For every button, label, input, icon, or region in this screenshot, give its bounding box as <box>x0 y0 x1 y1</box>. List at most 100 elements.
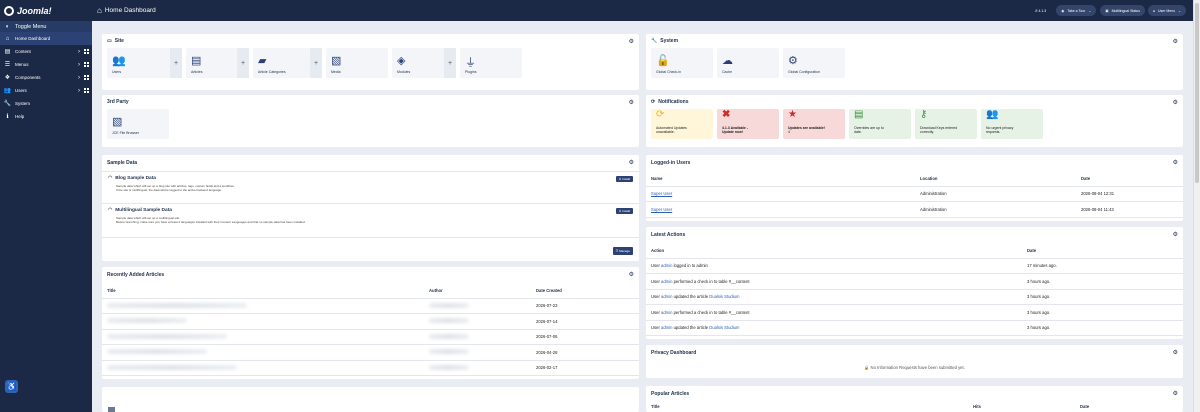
toggle-menu-button[interactable]: ◐ Toggle Menu <box>0 21 92 32</box>
user-link[interactable]: admin <box>661 263 672 268</box>
logo-text: Joomla! <box>17 5 52 16</box>
dashboard-grid-icon[interactable] <box>84 75 89 80</box>
user-link[interactable]: admin <box>661 279 672 284</box>
gear-icon[interactable]: ⚙ <box>629 38 634 45</box>
gear-icon[interactable]: ⚙ <box>1173 231 1178 238</box>
plug-icon: ⏚ <box>465 57 476 69</box>
sidebar-item-content[interactable]: ▤ Content › <box>0 45 92 58</box>
article-link[interactable]: Dualsis Studium <box>709 325 739 330</box>
tile-modules[interactable]: ◈ Modules <box>392 48 444 78</box>
gear-icon[interactable]: ⚙ <box>1173 390 1178 397</box>
dashboard-grid-icon[interactable] <box>84 88 89 93</box>
blurred-title[interactable] <box>107 333 227 339</box>
column-header[interactable]: Action <box>646 243 1022 259</box>
tile-cache[interactable]: ☁ Cache <box>717 48 779 78</box>
key-icon: ⚷ <box>920 109 928 120</box>
gear-icon[interactable]: ⚙ <box>629 99 634 106</box>
tile-media[interactable]: ▧ Media <box>326 48 388 78</box>
column-header[interactable]: Date <box>1075 402 1183 412</box>
sidebar: Joomla! ◐ Toggle Menu ⌂ Home Dashboard ▤… <box>0 0 92 412</box>
card-title: Notifications <box>658 99 689 105</box>
add-user-button[interactable]: + <box>170 48 182 78</box>
dashboard-grid-icon[interactable] <box>84 49 89 54</box>
table-row: Super User Administration 2026-08-04 12:31 <box>646 186 1183 202</box>
column-header[interactable]: Name <box>646 171 915 187</box>
accessibility-icon[interactable]: ♿ <box>5 380 18 393</box>
install-multilingual-button[interactable]: ⬇ Install <box>615 208 633 214</box>
gear-icon[interactable]: ⚙ <box>1173 349 1178 356</box>
action-text: performed a check in to table #__content <box>673 278 750 284</box>
action-text: User <box>651 294 660 300</box>
joomla-logo[interactable]: Joomla! <box>0 0 92 21</box>
notification-privacy[interactable]: 👥 No urgent privacy requests. <box>981 109 1043 139</box>
date-cell: 3 hours ago. <box>1022 320 1183 336</box>
user-link[interactable]: Super User <box>651 191 672 196</box>
column-header[interactable]: Date Created <box>531 283 639 299</box>
location-cell: Administration <box>915 186 1076 202</box>
multilingual-status-button[interactable]: ▣ Multilingual Status <box>1100 5 1145 16</box>
tile-global-configuration[interactable]: ⚙ Global Configuration <box>783 48 845 78</box>
date-cell: 17 minutes ago. <box>1022 258 1183 274</box>
notification-extension-updates[interactable]: ★ Updates are available! 4 <box>783 109 845 139</box>
manage-sample-data-button[interactable]: ☰ Manage <box>612 247 633 255</box>
notification-automated-updates[interactable]: ⟳ Automated Updates unavailable. <box>651 109 713 139</box>
gear-icon[interactable]: ⚙ <box>1173 38 1178 45</box>
tile-label: Global Configuration <box>788 70 820 74</box>
sidebar-item-menus[interactable]: ☰ Menus › <box>0 58 92 71</box>
file-icon: ▤ <box>4 49 11 55</box>
folder-icon: ▰ <box>258 55 267 67</box>
user-link[interactable]: admin <box>661 294 672 299</box>
column-header[interactable]: Date <box>1076 171 1183 187</box>
blurred-title[interactable] <box>107 302 247 308</box>
user-link[interactable]: admin <box>661 325 672 330</box>
user-link[interactable]: admin <box>661 310 672 315</box>
sidebar-item-home-dashboard[interactable]: ⌂ Home Dashboard <box>0 32 92 45</box>
dashboard-grid-icon[interactable] <box>84 62 89 67</box>
gear-icon[interactable]: ⚙ <box>1173 99 1178 106</box>
column-header[interactable]: Date <box>1022 243 1183 259</box>
column-header[interactable]: Location <box>915 171 1076 187</box>
sidebar-item-system[interactable]: 🔧 System <box>0 97 92 110</box>
sidebar-item-components[interactable]: ❖ Components › <box>0 71 92 84</box>
tile-global-checkin[interactable]: 🔓 Global Check-in <box>651 48 713 78</box>
action-text: logged in to admin <box>673 263 708 269</box>
notification-joomla-update[interactable]: ✖ 4.1.3 Available - Update now! <box>717 109 779 139</box>
tile-jce-file-browser[interactable]: ▧ JCE File Browser <box>107 109 169 139</box>
tile-article-categories[interactable]: ▰ Article Categories <box>253 48 310 78</box>
tile-label: Users <box>112 70 122 74</box>
sidebar-item-help[interactable]: ℹ Help <box>0 110 92 123</box>
install-blog-button[interactable]: ⬇ Install <box>615 176 633 182</box>
column-header[interactable]: Title <box>646 402 968 412</box>
page-scrollbar[interactable] <box>1193 0 1200 412</box>
user-link[interactable]: Super User <box>651 207 672 212</box>
tile-users[interactable]: 👥 Users <box>107 48 170 78</box>
gear-icon[interactable]: ⚙ <box>629 271 634 278</box>
blurred-title[interactable] <box>107 364 237 370</box>
gear-icon[interactable]: ⚙ <box>629 159 634 166</box>
add-module-button[interactable]: + <box>444 48 456 78</box>
wifi-icon: ◠ <box>108 208 113 213</box>
blurred-title[interactable] <box>107 349 207 355</box>
blurred-title[interactable] <box>107 318 187 324</box>
download-icon: ⬇ <box>618 209 622 213</box>
add-article-button[interactable]: + <box>237 48 249 78</box>
card-header: Recently Added Articles <box>102 267 639 283</box>
take-tour-button[interactable]: ◉ Take a Tour ⌄ <box>1056 5 1097 16</box>
article-link[interactable]: Dualsis Studium <box>709 294 739 299</box>
column-header[interactable]: Title <box>102 283 424 299</box>
table-row: 2026-07-14 <box>102 313 639 330</box>
tile-plugins[interactable]: ⏚ Plugins <box>460 48 522 78</box>
recent-articles-card: Recently Added Articles ⚙ Title Author Dat… <box>102 267 639 379</box>
user-menu-button[interactable]: ● User Menu ⌄ <box>1147 5 1187 16</box>
add-category-button[interactable]: + <box>310 48 322 78</box>
tile-articles[interactable]: ▤ Articles <box>186 48 237 78</box>
column-header[interactable]: Author <box>424 283 531 299</box>
scroll-thumb[interactable] <box>1195 3 1199 183</box>
column-header[interactable]: Hits <box>968 402 1075 412</box>
gear-icon[interactable]: ⚙ <box>1173 159 1178 166</box>
notification-overrides[interactable]: ▤ Overrides are up to date. <box>849 109 911 139</box>
sidebar-item-users[interactable]: 👥 Users › <box>0 84 92 97</box>
notification-download-keys[interactable]: ⚷ Download Keys entered correctly. <box>915 109 977 139</box>
sidebar-item-label: Help <box>15 114 25 119</box>
card-title: Site <box>114 38 124 44</box>
